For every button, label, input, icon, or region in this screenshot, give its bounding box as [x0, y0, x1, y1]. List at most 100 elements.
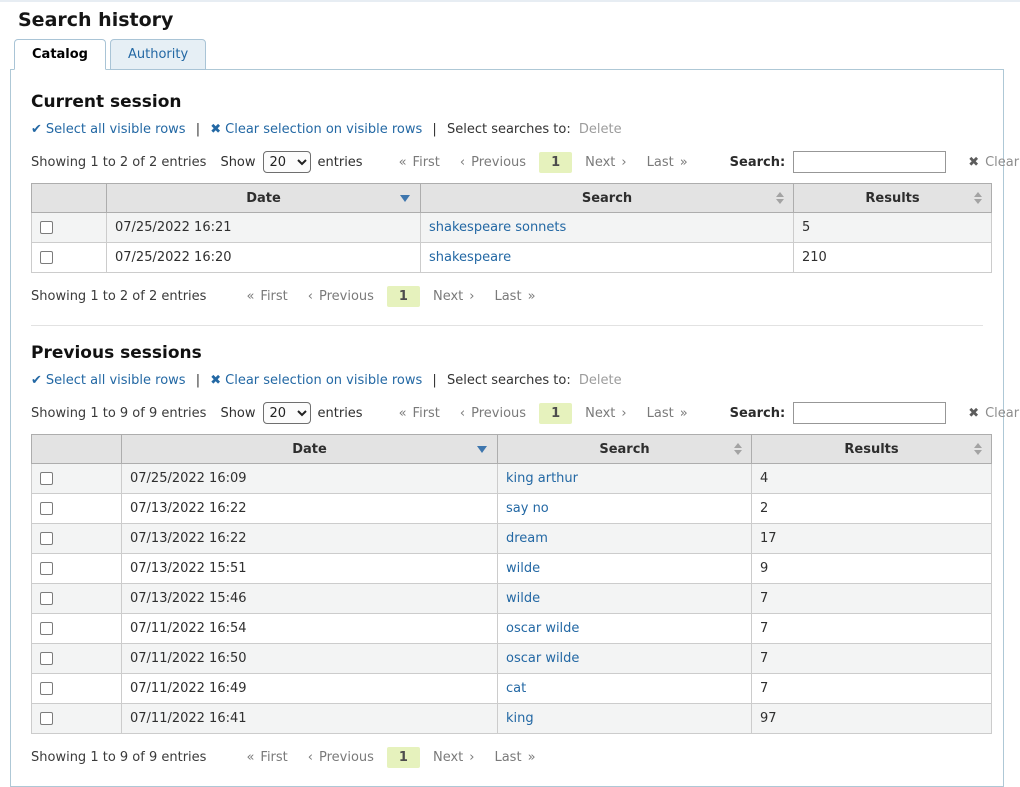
page-size-select[interactable]: 20: [263, 402, 311, 424]
table-row: 07/11/2022 16:49cat7: [32, 674, 992, 704]
date-column-header[interactable]: Date: [107, 184, 421, 213]
search-term-link[interactable]: wilde: [506, 561, 540, 576]
row-checkbox[interactable]: [40, 532, 53, 545]
pagination-previous-button[interactable]: ‹Previous: [298, 747, 384, 768]
page-title: Search history: [18, 9, 1020, 31]
search-term-cell: king: [498, 704, 752, 734]
pagination-previous-button[interactable]: ‹Previous: [450, 403, 536, 424]
search-term-link[interactable]: oscar wilde: [506, 621, 579, 636]
search-term-link[interactable]: cat: [506, 681, 526, 696]
results-column-header[interactable]: Results: [794, 184, 992, 213]
page-size-select[interactable]: 20: [263, 151, 311, 173]
row-checkbox[interactable]: [40, 592, 53, 605]
first-page-icon: «: [399, 406, 407, 421]
date-column-header[interactable]: Date: [122, 435, 498, 464]
select-all-rows-link[interactable]: ✔Select all visible rows: [31, 373, 186, 388]
pagination-current-page[interactable]: 1: [387, 286, 420, 307]
results-count: 2: [752, 494, 992, 524]
pagination-next-button[interactable]: Next›: [575, 152, 637, 173]
table-search-label: Search:: [730, 155, 786, 170]
results-count: 7: [752, 614, 992, 644]
clear-selection-link[interactable]: ✖Clear selection on visible rows: [210, 373, 422, 388]
search-term-link[interactable]: king arthur: [506, 471, 578, 486]
pagination-current-page[interactable]: 1: [387, 747, 420, 768]
current-table-footer: Showing 1 to 2 of 2 entries «First ‹Prev…: [31, 286, 983, 307]
table-search-input[interactable]: [793, 402, 946, 424]
pagination-first-button[interactable]: «First: [389, 403, 450, 424]
pagination-current-page[interactable]: 1: [539, 152, 572, 173]
row-checkbox[interactable]: [40, 251, 53, 264]
search-date: 07/25/2022 16:09: [122, 464, 498, 494]
search-term-cell: dream: [498, 524, 752, 554]
row-checkbox[interactable]: [40, 562, 53, 575]
pagination-first-button[interactable]: «First: [236, 747, 297, 768]
table-row: 07/13/2022 16:22 dream 17: [32, 524, 992, 554]
search-term-link[interactable]: king: [506, 711, 534, 726]
pagination-last-button[interactable]: Last»: [637, 403, 698, 424]
clear-filter-button[interactable]: ✖Clear filter: [968, 406, 1020, 421]
search-term-link[interactable]: dream: [506, 531, 548, 546]
search-term-link[interactable]: shakespeare sonnets: [429, 220, 566, 235]
pagination-previous-button[interactable]: ‹Previous: [450, 152, 536, 173]
search-date: 07/25/2022 16:20: [107, 243, 421, 273]
pagination-last-button[interactable]: Last»: [637, 152, 698, 173]
search-date: 07/25/2022 16:21: [107, 213, 421, 243]
results-count: 9: [752, 554, 992, 584]
results-column-header[interactable]: Results: [752, 435, 992, 464]
row-checkbox[interactable]: [40, 652, 53, 665]
pagination-last-button[interactable]: Last»: [484, 747, 545, 768]
search-column-header[interactable]: Search: [421, 184, 794, 213]
row-select-cell: [32, 494, 122, 524]
pagination-last-button[interactable]: Last»: [484, 286, 545, 307]
previous-sessions-section: Previous sessions ✔Select all visible ro…: [31, 343, 983, 768]
clear-selection-link[interactable]: ✖Clear selection on visible rows: [210, 122, 422, 137]
tab-authority[interactable]: Authority: [110, 39, 206, 70]
row-checkbox[interactable]: [40, 221, 53, 234]
sort-icon: [974, 192, 982, 204]
search-term-link[interactable]: say no: [506, 501, 549, 516]
row-checkbox[interactable]: [40, 502, 53, 515]
results-count: 17: [752, 524, 992, 554]
pagination-bottom: «First ‹Previous 1 Next› Last»: [236, 747, 545, 768]
row-select-cell: [32, 243, 107, 273]
pagination-current-page[interactable]: 1: [539, 403, 572, 424]
search-column-header[interactable]: Search: [498, 435, 752, 464]
search-term-link[interactable]: shakespeare: [429, 250, 511, 265]
next-page-icon: ›: [621, 406, 626, 421]
pagination-next-button[interactable]: Next›: [423, 286, 485, 307]
clear-filter-button[interactable]: ✖Clear filter: [968, 155, 1020, 170]
row-select-cell: [32, 524, 122, 554]
search-date: 07/13/2022 16:22: [122, 524, 498, 554]
delete-button-disabled[interactable]: Delete: [579, 373, 622, 388]
pagination-first-button[interactable]: «First: [236, 286, 297, 307]
table-header-row: Date Search Results: [32, 435, 992, 464]
pagination-next-button[interactable]: Next›: [575, 403, 637, 424]
row-checkbox[interactable]: [40, 472, 53, 485]
section-divider: [31, 325, 983, 326]
pagination-previous-button[interactable]: ‹Previous: [298, 286, 384, 307]
search-term-link[interactable]: oscar wilde: [506, 651, 579, 666]
search-term-link[interactable]: wilde: [506, 591, 540, 606]
search-date: 07/13/2022 15:46: [122, 584, 498, 614]
select-searches-to-label: Select searches to:: [447, 122, 571, 137]
results-count: 7: [752, 644, 992, 674]
select-all-rows-link[interactable]: ✔Select all visible rows: [31, 122, 186, 137]
table-row: 07/11/2022 16:54oscar wilde7: [32, 614, 992, 644]
sort-icon: [974, 443, 982, 455]
search-term-cell: oscar wilde: [498, 644, 752, 674]
row-select-cell: [32, 464, 122, 494]
row-checkbox[interactable]: [40, 682, 53, 695]
row-checkbox[interactable]: [40, 622, 53, 635]
delete-button-disabled[interactable]: Delete: [579, 122, 622, 137]
tab-catalog[interactable]: Catalog: [14, 39, 106, 70]
first-page-icon: «: [399, 155, 407, 170]
sort-icon: [776, 192, 784, 204]
row-checkbox[interactable]: [40, 712, 53, 725]
pagination-next-button[interactable]: Next›: [423, 747, 485, 768]
cross-icon: ✖: [210, 122, 221, 137]
results-count: 210: [794, 243, 992, 273]
pagination-first-button[interactable]: «First: [389, 152, 450, 173]
table-search-input[interactable]: [793, 151, 946, 173]
current-table-controls: Showing 1 to 2 of 2 entries Show 20 entr…: [31, 151, 983, 173]
pagination-top: «First ‹Previous 1 Next› Last»: [389, 403, 698, 424]
